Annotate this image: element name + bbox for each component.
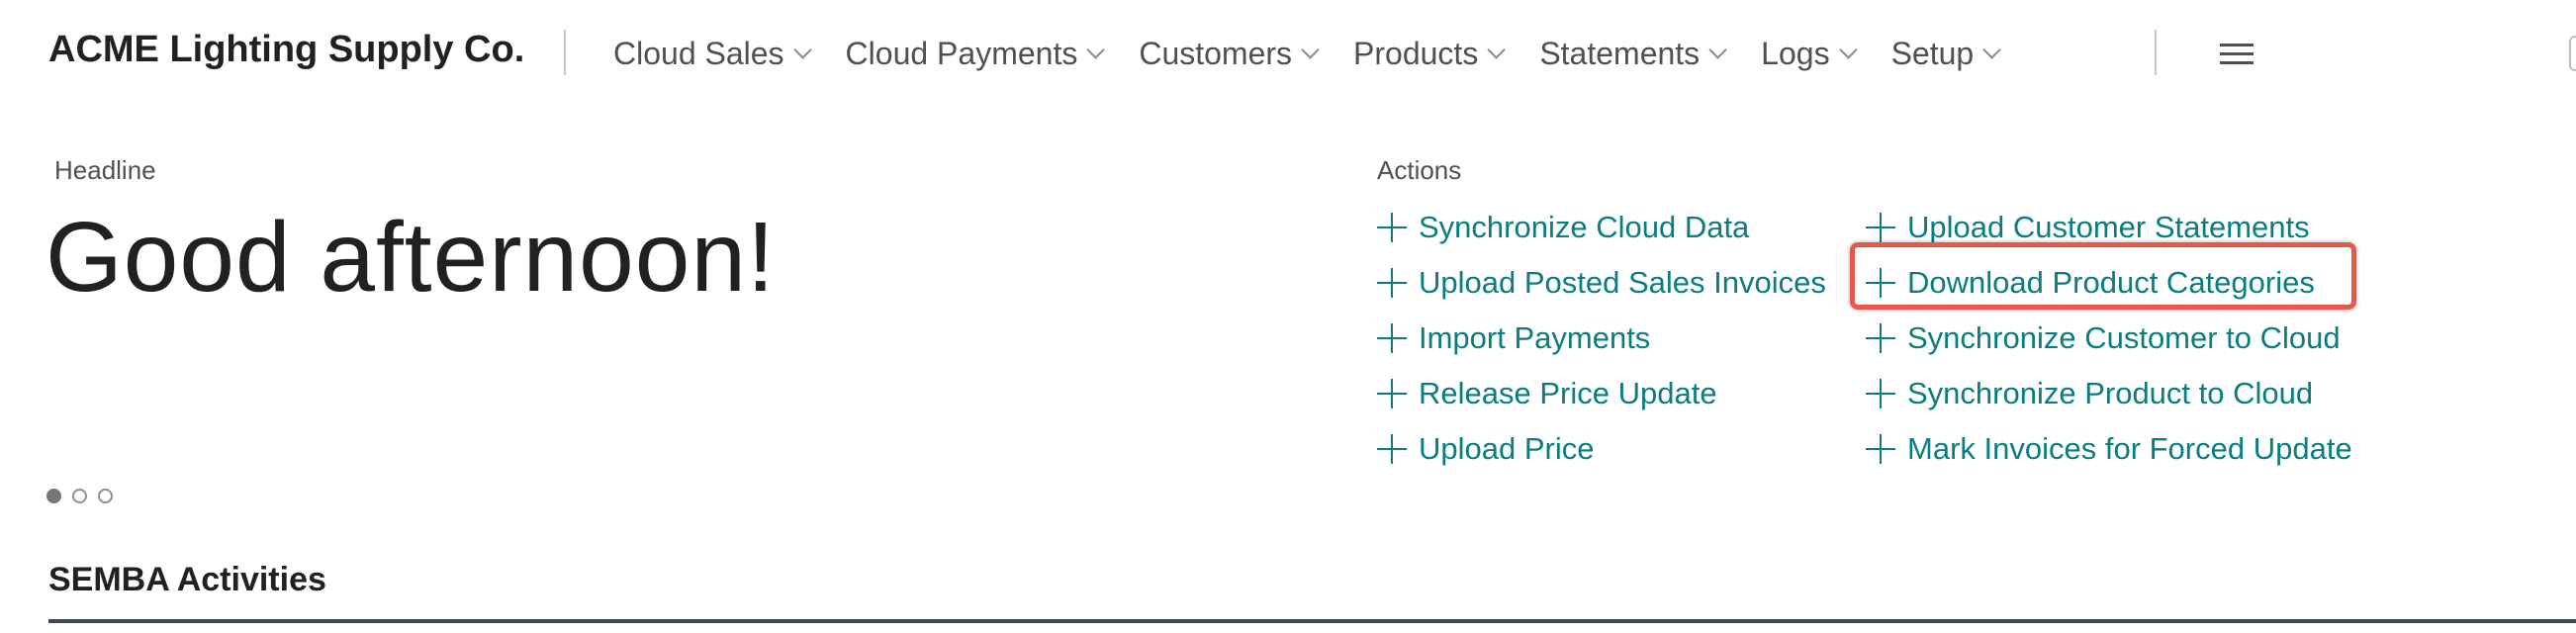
action-label: Import Payments xyxy=(1419,320,1651,355)
action-import-payments[interactable]: Import Payments xyxy=(1377,311,1826,366)
chevron-down-icon xyxy=(1838,40,1858,59)
action-download-product-categories[interactable]: Download Product Categories xyxy=(1866,255,2352,311)
action-synchronize-cloud-data[interactable]: Synchronize Cloud Data xyxy=(1377,200,1826,255)
nav-item-logs[interactable]: Logs xyxy=(1761,35,1858,72)
carousel-dot[interactable] xyxy=(46,489,61,503)
action-mark-invoices-for-forced-update[interactable]: Mark Invoices for Forced Update xyxy=(1866,421,2352,477)
nav-item-label: Statements xyxy=(1539,35,1701,71)
chevron-down-icon xyxy=(792,40,812,59)
headline-label: Headline xyxy=(54,155,156,185)
panel-edge-handle[interactable] xyxy=(2569,36,2576,71)
top-navigation-bar: ACME Lighting Supply Co. Cloud Sales Clo… xyxy=(0,0,2576,109)
action-label: Upload Posted Sales Invoices xyxy=(1419,265,1826,300)
chevron-down-icon xyxy=(1301,40,1320,59)
action-upload-customer-statements[interactable]: Upload Customer Statements xyxy=(1866,200,2352,255)
main-nav: Cloud Sales Cloud Payments Customers Pro… xyxy=(613,30,2035,77)
plus-icon xyxy=(1866,379,1895,408)
carousel-dot[interactable] xyxy=(98,489,113,503)
carousel-indicator xyxy=(46,489,124,503)
plus-icon xyxy=(1377,268,1407,298)
section-title: SEMBA Activities xyxy=(48,561,326,598)
action-label: Upload Customer Statements xyxy=(1907,210,2310,244)
action-upload-price[interactable]: Upload Price xyxy=(1377,421,1826,477)
plus-icon xyxy=(1866,213,1895,242)
carousel-dot[interactable] xyxy=(72,489,87,503)
chevron-down-icon xyxy=(1086,40,1106,59)
nav-item-statements[interactable]: Statements xyxy=(1539,35,1727,72)
plus-icon xyxy=(1377,434,1407,464)
chevron-down-icon xyxy=(1487,40,1507,59)
greeting-text: Good afternoon! xyxy=(46,202,776,313)
action-label: Upload Price xyxy=(1419,431,1595,466)
nav-item-label: Cloud Sales xyxy=(613,35,784,71)
nav-divider xyxy=(564,30,566,75)
nav-divider xyxy=(2155,30,2157,75)
plus-icon xyxy=(1377,213,1407,242)
plus-icon xyxy=(1866,434,1895,464)
action-release-price-update[interactable]: Release Price Update xyxy=(1377,366,1826,421)
action-label: Mark Invoices for Forced Update xyxy=(1907,431,2352,466)
nav-item-label: Cloud Payments xyxy=(845,35,1078,71)
nav-item-label: Logs xyxy=(1761,35,1830,71)
action-label: Synchronize Customer to Cloud xyxy=(1907,320,2341,355)
company-name[interactable]: ACME Lighting Supply Co. xyxy=(48,29,524,71)
action-synchronize-customer-to-cloud[interactable]: Synchronize Customer to Cloud xyxy=(1866,311,2352,366)
nav-item-label: Setup xyxy=(1890,35,1975,71)
plus-icon xyxy=(1866,323,1895,353)
nav-item-label: Customers xyxy=(1139,35,1293,71)
action-synchronize-product-to-cloud[interactable]: Synchronize Product to Cloud xyxy=(1866,366,2352,421)
nav-item-setup[interactable]: Setup xyxy=(1890,35,2001,72)
section-divider xyxy=(48,619,2576,623)
nav-item-products[interactable]: Products xyxy=(1353,35,1507,72)
nav-item-cloud-sales[interactable]: Cloud Sales xyxy=(613,35,812,72)
nav-item-customers[interactable]: Customers xyxy=(1139,35,1320,72)
hamburger-icon[interactable] xyxy=(2220,44,2254,65)
actions-label: Actions xyxy=(1377,155,1462,185)
chevron-down-icon xyxy=(1982,40,2001,59)
action-upload-posted-sales-invoices[interactable]: Upload Posted Sales Invoices xyxy=(1377,255,1826,311)
chevron-down-icon xyxy=(1708,40,1727,59)
plus-icon xyxy=(1866,268,1895,298)
actions-column-1: Synchronize Cloud Data Upload Posted Sal… xyxy=(1377,200,1826,477)
action-label: Release Price Update xyxy=(1419,376,1717,410)
plus-icon xyxy=(1377,323,1407,353)
action-label: Download Product Categories xyxy=(1907,265,2315,300)
nav-item-cloud-payments[interactable]: Cloud Payments xyxy=(845,35,1106,72)
action-label: Synchronize Product to Cloud xyxy=(1907,376,2314,410)
plus-icon xyxy=(1377,379,1407,408)
action-label: Synchronize Cloud Data xyxy=(1419,210,1750,244)
actions-column-2: Upload Customer Statements Download Prod… xyxy=(1866,200,2352,477)
nav-item-label: Products xyxy=(1353,35,1479,71)
